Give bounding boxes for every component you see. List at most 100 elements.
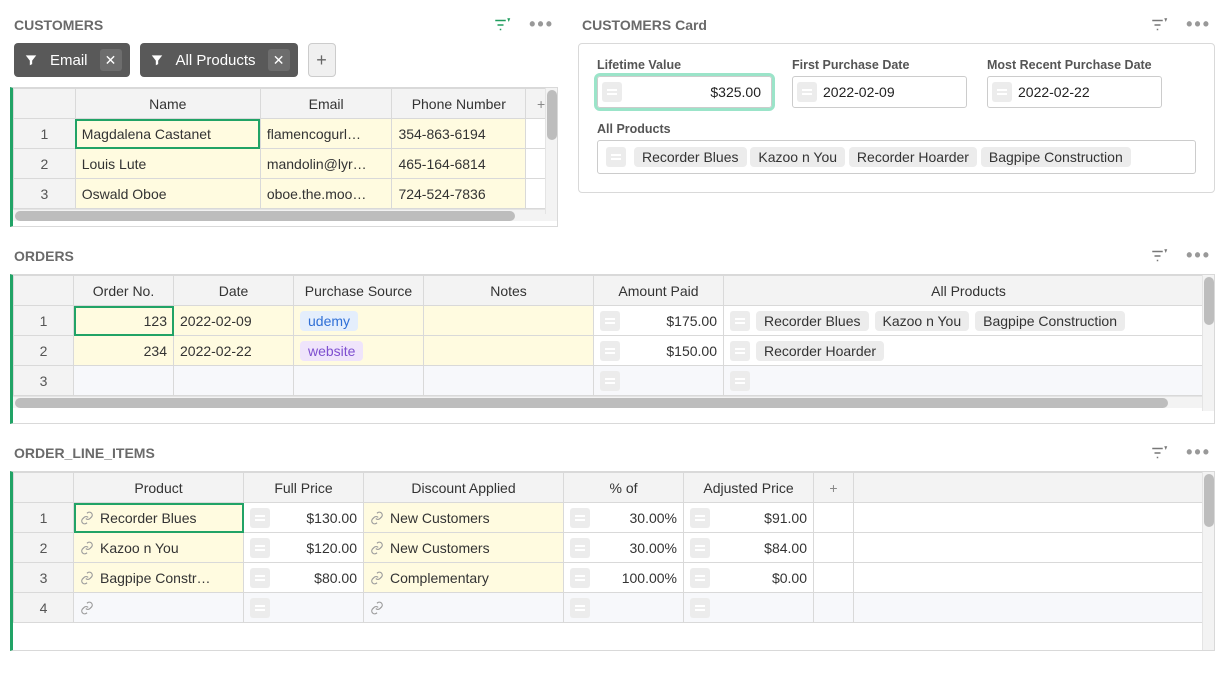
vscrollbar[interactable]: [1202, 472, 1214, 650]
cell-discount[interactable]: New Customers: [364, 533, 564, 563]
table-row[interactable]: 3Bagpipe Constr…$80.00Complementary100.0…: [14, 563, 1214, 593]
col-product[interactable]: Product: [74, 473, 244, 503]
expand-icon[interactable]: [600, 371, 620, 391]
product-pill[interactable]: Bagpipe Construction: [975, 311, 1125, 331]
col-phone[interactable]: Phone Number: [392, 89, 526, 119]
table-row[interactable]: 4: [14, 593, 1214, 623]
cell-notes[interactable]: [424, 306, 594, 336]
cell-amount[interactable]: $150.00: [594, 336, 724, 366]
expand-icon[interactable]: [690, 508, 710, 528]
expand-icon[interactable]: [250, 568, 270, 588]
cell-adj[interactable]: $91.00: [684, 503, 814, 533]
col-name[interactable]: Name: [75, 89, 260, 119]
more-icon[interactable]: •••: [1186, 245, 1211, 266]
cell-amount[interactable]: $175.00: [594, 306, 724, 336]
expand-icon[interactable]: [600, 341, 620, 361]
product-pill[interactable]: Recorder Hoarder: [756, 341, 884, 361]
table-row[interactable]: 1Recorder Blues$130.00New Customers30.00…: [14, 503, 1214, 533]
cell-pct[interactable]: 30.00%: [564, 533, 684, 563]
vscrollbar[interactable]: [545, 88, 557, 214]
hscrollbar[interactable]: [13, 209, 557, 221]
expand-icon[interactable]: [690, 598, 710, 618]
expand-icon[interactable]: [570, 538, 590, 558]
cell-products[interactable]: Recorder Blues Kazoo n You Bagpipe Const…: [724, 306, 1214, 336]
sort-filter-icon[interactable]: [1150, 16, 1168, 34]
cell-date[interactable]: 2022-02-22: [174, 336, 294, 366]
product-pill[interactable]: Recorder Blues: [756, 311, 869, 331]
cell-product[interactable]: Bagpipe Constr…: [74, 563, 244, 593]
product-pill[interactable]: Kazoo n You: [750, 147, 845, 167]
more-icon[interactable]: •••: [1186, 14, 1211, 35]
cell-full-price[interactable]: $120.00: [244, 533, 364, 563]
cell-pct[interactable]: 30.00%: [564, 503, 684, 533]
expand-icon[interactable]: [730, 341, 750, 361]
cell-full-price[interactable]: $80.00: [244, 563, 364, 593]
more-icon[interactable]: •••: [529, 14, 554, 35]
expand-icon[interactable]: [570, 568, 590, 588]
cell-email[interactable]: flamencogurl…: [260, 119, 392, 149]
sort-filter-icon[interactable]: [1150, 444, 1168, 462]
filter-icon[interactable]: [493, 16, 511, 34]
expand-icon[interactable]: [992, 82, 1012, 102]
cell-discount[interactable]: New Customers: [364, 503, 564, 533]
col-order-no[interactable]: Order No.: [74, 276, 174, 306]
col-full-price[interactable]: Full Price: [244, 473, 364, 503]
product-pill[interactable]: Recorder Blues: [634, 147, 747, 167]
cell-source[interactable]: website: [294, 336, 424, 366]
expand-icon[interactable]: [797, 82, 817, 102]
expand-icon[interactable]: [570, 598, 590, 618]
col-notes[interactable]: Notes: [424, 276, 594, 306]
table-row[interactable]: 2Louis Lutemandolin@lyr…465-164-6814: [14, 149, 557, 179]
vscrollbar[interactable]: [1202, 275, 1214, 411]
table-row[interactable]: 22342022-02-22website$150.00 Recorder Ho…: [14, 336, 1214, 366]
product-pill[interactable]: Kazoo n You: [875, 311, 970, 331]
col-email[interactable]: Email: [260, 89, 392, 119]
customers-grid[interactable]: Name Email Phone Number + 1Magdalena Cas…: [13, 88, 557, 209]
cell-name[interactable]: Louis Lute: [75, 149, 260, 179]
cell-products[interactable]: Recorder Hoarder: [724, 336, 1214, 366]
sort-filter-icon[interactable]: [1150, 247, 1168, 265]
cell-order-no[interactable]: 234: [74, 336, 174, 366]
cell-adj[interactable]: $0.00: [684, 563, 814, 593]
col-all-products[interactable]: All Products: [724, 276, 1214, 306]
cell-notes[interactable]: [424, 336, 594, 366]
orders-grid[interactable]: Order No. Date Purchase Source Notes Amo…: [13, 275, 1214, 396]
table-row[interactable]: 3Oswald Oboeoboe.the.moo…724-524-7836: [14, 179, 557, 209]
cell-email[interactable]: mandolin@lyr…: [260, 149, 392, 179]
cell-phone[interactable]: 354-863-6194: [392, 119, 526, 149]
cell-phone[interactable]: 465-164-6814: [392, 149, 526, 179]
add-filter-button[interactable]: +: [308, 43, 336, 77]
expand-icon[interactable]: [602, 82, 622, 102]
col-adj[interactable]: Adjusted Price: [684, 473, 814, 503]
expand-icon[interactable]: [250, 538, 270, 558]
filter-chip-products[interactable]: All Products ✕: [140, 43, 298, 77]
close-icon[interactable]: ✕: [268, 49, 290, 71]
expand-icon[interactable]: [690, 568, 710, 588]
line-items-grid[interactable]: Product Full Price Discount Applied % of…: [13, 472, 1214, 623]
close-icon[interactable]: ✕: [100, 49, 122, 71]
more-icon[interactable]: •••: [1186, 442, 1211, 463]
expand-icon[interactable]: [690, 538, 710, 558]
cell-source[interactable]: udemy: [294, 306, 424, 336]
product-pill[interactable]: Bagpipe Construction: [981, 147, 1131, 167]
cell-adj[interactable]: $84.00: [684, 533, 814, 563]
cell-email[interactable]: oboe.the.moo…: [260, 179, 392, 209]
cell-full-price[interactable]: $130.00: [244, 503, 364, 533]
expand-icon[interactable]: [250, 598, 270, 618]
cell-name[interactable]: Magdalena Castanet: [75, 119, 260, 149]
col-source[interactable]: Purchase Source: [294, 276, 424, 306]
col-amount[interactable]: Amount Paid: [594, 276, 724, 306]
col-date[interactable]: Date: [174, 276, 294, 306]
expand-icon[interactable]: [570, 508, 590, 528]
cell-name[interactable]: Oswald Oboe: [75, 179, 260, 209]
expand-icon[interactable]: [730, 371, 750, 391]
cell-product[interactable]: Recorder Blues: [74, 503, 244, 533]
expand-icon[interactable]: [250, 508, 270, 528]
expand-icon[interactable]: [606, 147, 626, 167]
filter-chip-email[interactable]: Email ✕: [14, 43, 130, 77]
expand-icon[interactable]: [600, 311, 620, 331]
cell-product[interactable]: Kazoo n You: [74, 533, 244, 563]
add-column-button[interactable]: +: [814, 473, 854, 503]
cell-date[interactable]: 2022-02-09: [174, 306, 294, 336]
col-discount[interactable]: Discount Applied: [364, 473, 564, 503]
